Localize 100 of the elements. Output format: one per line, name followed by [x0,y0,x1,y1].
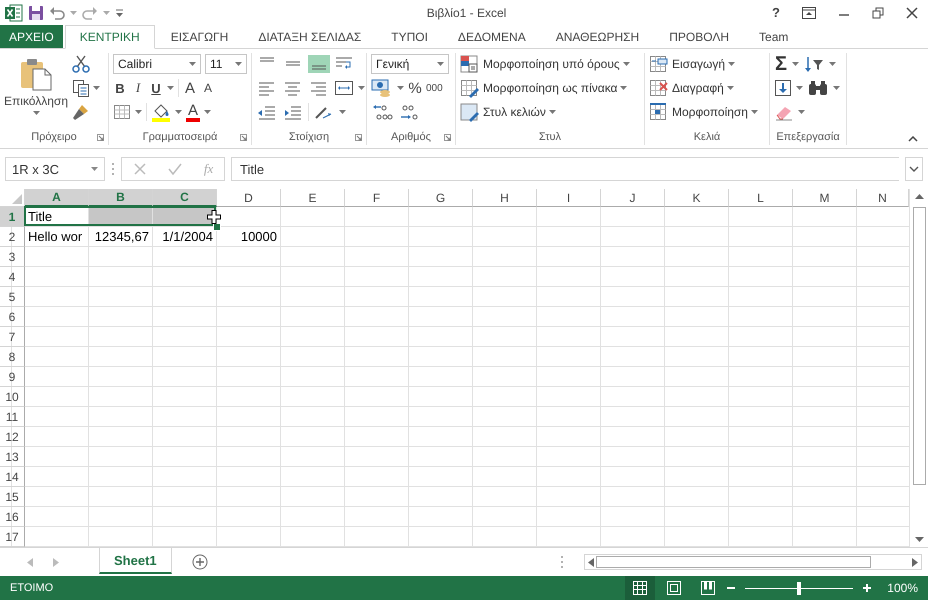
row-header[interactable]: 14 [0,467,25,487]
caret-icon[interactable] [726,86,734,90]
cells-command[interactable]: Διαγραφή [649,78,734,98]
underline-button[interactable]: U [149,80,163,96]
caret-icon[interactable] [437,62,444,66]
row-header[interactable]: 10 [0,387,25,407]
font-field[interactable]: Calibri [113,54,201,74]
fill-handle[interactable] [213,223,221,231]
styles-command[interactable]: Στυλ κελιών [460,102,556,122]
caret-icon[interactable] [339,110,346,114]
caret-icon[interactable] [358,86,365,90]
new-sheet-icon[interactable] [192,554,208,570]
bold-button[interactable]: B [113,80,127,96]
italic-button[interactable]: I [131,80,145,96]
ribbon-tab[interactable]: ΕΙΣΑΓΩΓΗ [156,25,242,48]
fill-color-icon[interactable] [151,102,171,122]
customize-icon[interactable] [115,8,124,16]
row-header[interactable]: 2 [0,227,25,247]
scrollbar-thumb[interactable] [596,556,871,568]
column-header[interactable]: J [601,189,665,207]
sort-filter-icon[interactable] [803,55,825,73]
caret-icon[interactable] [91,167,98,171]
dialog-launcher-icon[interactable] [97,134,104,141]
spreadsheet-logo-icon[interactable] [5,4,23,22]
row-header[interactable]: 9 [0,367,25,387]
close-icon[interactable] [906,6,918,18]
caret-icon[interactable] [204,110,211,114]
caret-icon[interactable] [792,62,799,66]
row-header[interactable]: 5 [0,287,25,307]
name-box[interactable]: 1R x 3C [5,157,105,181]
column-header[interactable]: K [665,189,729,207]
styles-command[interactable]: Μορφοποίηση ως πίνακα [460,78,628,98]
caret-icon[interactable] [93,86,100,90]
row-header[interactable]: 4 [0,267,25,287]
column-header[interactable]: E [281,189,345,207]
row-header[interactable]: 1 [0,207,25,227]
undo-icon[interactable] [49,6,65,20]
dialog-launcher-icon[interactable] [240,134,247,141]
caret-icon[interactable] [397,86,404,90]
caret-icon[interactable] [833,86,840,90]
number-format-field[interactable]: Γενική [371,54,449,74]
slider-thumb[interactable] [797,582,802,594]
cells-command[interactable]: Εισαγωγή [649,54,736,74]
zoom-in-icon[interactable] [863,584,872,592]
column-header[interactable]: B [89,189,153,207]
caret-icon[interactable] [750,110,758,114]
ribbon-tab[interactable]: Team [745,25,802,48]
ribbon-tab[interactable]: ΤΥΠΟΙ [377,25,442,48]
row-header[interactable]: 15 [0,487,25,507]
restore-icon[interactable] [872,6,884,18]
sheet-tab[interactable]: Sheet1 [99,548,172,574]
scroll-up-icon[interactable] [914,193,924,199]
scroll-right-icon[interactable] [912,558,918,566]
row-header[interactable]: 8 [0,347,25,367]
zoom-out-icon[interactable] [727,584,736,592]
row-header[interactable]: 3 [0,247,25,267]
row-header[interactable]: 16 [0,507,25,527]
caret-icon[interactable] [548,110,556,114]
scroll-left-icon[interactable] [588,558,594,566]
row-header[interactable]: 13 [0,447,25,467]
caret-icon[interactable] [622,62,630,66]
align-bottom-icon[interactable] [308,55,330,73]
clipboard-icon[interactable] [20,57,52,91]
row-header[interactable]: 7 [0,327,25,347]
caret-icon[interactable] [728,62,736,66]
column-header[interactable]: I [537,189,601,207]
ribbon-tab[interactable]: ΑΝΑΘΕΩΡΗΣΗ [542,25,654,48]
column-header[interactable]: D [217,189,281,207]
currency-icon[interactable] [371,79,393,97]
column-header[interactable]: G [409,189,473,207]
scissors-icon[interactable] [72,55,90,73]
dialog-launcher-icon[interactable] [444,134,451,141]
column-header[interactable]: C [153,189,217,207]
ribbon-tab[interactable]: ΚΕΝΤΡΙΚΗ [64,25,155,49]
ribbon-tab[interactable]: ΠΡΟΒΟΛΗ [655,25,744,48]
caret-icon[interactable] [798,110,805,114]
dialog-launcher-icon[interactable] [355,134,362,141]
row-header[interactable]: 11 [0,407,25,427]
caret-icon[interactable] [189,62,196,66]
collapse-ribbon-icon[interactable] [908,136,918,142]
column-header[interactable]: H [473,189,537,207]
grow-font-button[interactable]: A [183,80,197,96]
borders-icon[interactable] [113,104,131,120]
column-header[interactable]: A [25,189,89,207]
percent-button[interactable]: % [408,80,422,96]
font-size-field[interactable]: 11 [205,54,247,74]
shrink-font-button[interactable]: A [201,81,215,95]
scrollbar-thumb[interactable] [912,207,926,485]
increase-decimal-icon[interactable] [371,103,393,121]
expand-icon[interactable] [909,166,919,172]
column-header[interactable]: N [857,189,909,207]
column-header[interactable]: L [729,189,793,207]
scroll-down-icon[interactable] [914,537,924,543]
row-header[interactable]: 12 [0,427,25,447]
autosum-button[interactable]: Σ [774,54,788,74]
file-tab[interactable]: ΑΡΧΕΙΟ [0,25,63,48]
save-icon[interactable] [28,4,44,20]
styles-command[interactable]: Μορφοποίηση υπό όρους [460,54,630,74]
ribbon-display-icon[interactable] [802,6,816,18]
binoculars-icon[interactable] [807,79,829,97]
